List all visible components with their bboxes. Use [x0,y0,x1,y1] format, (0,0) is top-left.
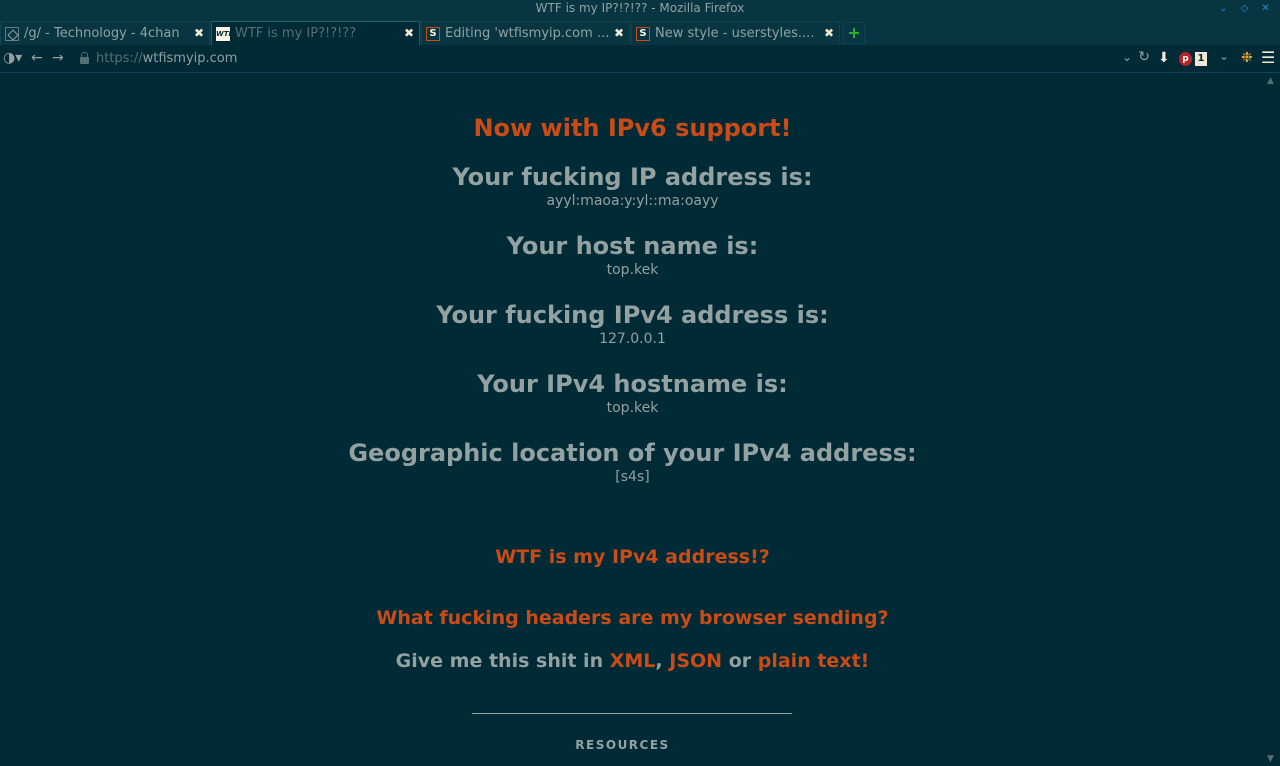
close-tab-icon[interactable]: ✖ [614,26,624,40]
geo-location-heading: Geographic location of your IPv4 address… [348,439,917,467]
chevron-down-icon[interactable]: ⌄ [1219,49,1229,63]
4chan-clover-icon [5,27,19,41]
new-tab-plus-icon[interactable]: + [843,22,865,44]
scroll-down-arrow-icon[interactable]: ▼ [1267,754,1274,764]
url-host: wtfismyip.com [142,51,238,66]
geo-location-value: [s4s] [615,469,650,485]
format-options: Give me this shit in XML, JSON or plain … [0,650,1265,672]
window-titlebar: WTF is my IP?!?!?? - Mozilla Firefox ⌄ ◇… [0,0,1280,18]
tab-strip: /g/ - Technology - 4chan ✖ WTF WTF is my… [0,18,1280,45]
url-text[interactable]: https://wtfismyip.com [96,51,237,66]
tab-wtfismyip[interactable]: WTF WTF is my IP?!?!?? ✖ [211,21,420,45]
close-tab-icon[interactable]: ✖ [194,26,204,40]
ipv4-address-heading: Your fucking IPv4 address is: [436,301,829,329]
close-window-icon[interactable]: ✕ [1255,2,1276,16]
tab-label: WTF is my IP?!?!?? [235,26,357,41]
page-content: Now with IPv6 support! Your fucking IP a… [0,74,1265,766]
pinboard-p-icon[interactable]: p [1179,52,1192,66]
reload-icon[interactable]: ↻ [1138,49,1150,65]
wtf-favicon: WTF [216,27,233,41]
json-link[interactable]: JSON [669,650,722,672]
ip-address-value: ayyl:maoa:y:yl::ma:oayy [546,193,719,209]
host-name-value: top.kek [606,262,659,278]
url-scheme: https:// [96,51,143,66]
hamburger-menu-icon[interactable]: ☰ [1261,48,1275,67]
ipv4-address-link[interactable]: WTF is my IPv4 address!? [0,546,1265,568]
ipv4-hostname-value: top.kek [606,400,659,416]
window-controls: ⌄ ◇ ✕ [1213,2,1276,16]
vertical-scrollbar[interactable]: ▲ ▼ [1265,74,1280,766]
window-title: WTF is my IP?!?!?? - Mozilla Firefox [535,1,745,15]
resources-heading: RESOURCES [575,738,670,752]
ipv6-banner: Now with IPv6 support! [473,114,792,142]
tab-label: Editing 'wtfismyip.com ... [445,26,610,41]
scroll-up-arrow-icon[interactable]: ▲ [1267,76,1274,86]
minimize-icon[interactable]: ⌄ [1213,2,1234,16]
ublock-badge-icon[interactable]: 1 [1195,52,1207,66]
plain-text-link[interactable]: plain text! [758,650,870,672]
tab-new-style[interactable]: S New style - userstyles.... ✖ [631,21,840,45]
tab-editing-style[interactable]: S Editing 'wtfismyip.com ... ✖ [421,21,630,45]
tab-label: New style - userstyles.... [655,26,815,41]
history-menu-icon[interactable]: ◑▾ [3,50,22,66]
format-separator: , [655,650,663,672]
format-prefix: Give me this shit in [395,650,604,672]
navigation-bar: ◑▾ ← → https://wtfismyip.com ⌄ ↻ ⬇ p 1 ⌄… [0,45,1280,73]
userstyles-s-icon: S [636,27,650,41]
close-tab-icon[interactable]: ✖ [824,26,834,40]
tab-label: /g/ - Technology - 4chan [24,26,180,41]
lock-icon [80,52,89,64]
greasemonkey-icon[interactable]: ❉ [1241,50,1253,66]
ip-address-heading: Your fucking IP address is: [452,163,813,191]
host-name-heading: Your host name is: [506,232,759,260]
forward-arrow-icon[interactable]: → [52,50,64,66]
maximize-icon[interactable]: ◇ [1234,2,1255,16]
userstyles-s-icon: S [426,27,440,41]
format-or: or [728,650,752,672]
divider [472,713,792,714]
headers-link[interactable]: What fucking headers are my browser send… [0,607,1265,629]
close-tab-icon[interactable]: ✖ [404,26,414,40]
ipv4-hostname-heading: Your IPv4 hostname is: [477,370,788,398]
tab-4chan[interactable]: /g/ - Technology - 4chan ✖ [0,21,210,45]
ipv4-address-value: 127.0.0.1 [599,331,666,347]
download-arrow-icon[interactable]: ⬇ [1158,50,1170,66]
url-bar[interactable]: https://wtfismyip.com ⌄ ↻ [74,48,1154,70]
chevron-down-icon[interactable]: ⌄ [1122,50,1132,64]
xml-link[interactable]: XML [610,650,656,672]
back-arrow-icon[interactable]: ← [31,50,43,66]
